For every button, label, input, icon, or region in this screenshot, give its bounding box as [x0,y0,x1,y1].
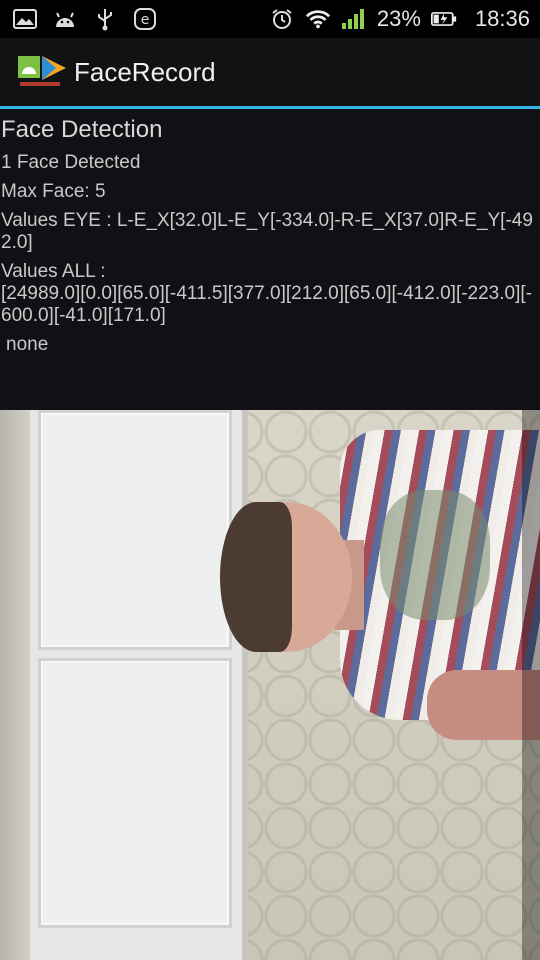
door-frame [0,410,30,960]
face-detection-heading: Face Detection [1,116,163,143]
face-info-panel: Face Detection 1 Face Detected Max Face:… [0,109,540,410]
clock-time: 18:36 [474,6,530,31]
values-eye-text: Values EYE : L-E_X[32.0]L-E_Y[-334.0]-R-… [1,210,533,253]
status-bar: e 23% 18:36 [0,0,540,38]
status-left-icons: e [0,8,158,31]
door [0,410,248,960]
battery-percent: 23% [376,6,421,31]
door-panel-top [38,410,232,650]
app-logo-icon [16,52,68,92]
camera-preview[interactable] [0,410,540,960]
person-subject [220,410,540,960]
values-all-text: [24989.0][0.0][65.0][-411.5][377.0][212.… [1,283,532,326]
battery-charging-icon [430,8,457,30]
wifi-icon [305,8,331,30]
hair [220,502,292,652]
edge-shadow [522,410,540,960]
max-face-text: Max Face: 5 [1,181,106,202]
values-all-label: Values ALL : [1,261,106,282]
image-icon [12,8,38,30]
android-icon [52,8,78,30]
status-text: none [6,334,49,355]
usb-icon [92,8,118,31]
faces-detected-text: 1 Face Detected [1,152,141,173]
app-title: FaceRecord [74,56,216,87]
alarm-icon [269,8,295,30]
status-right-icons: 23% 18:36 [269,6,540,32]
signal-icon [341,8,367,30]
svg-text:e: e [141,12,150,28]
door-panel-bottom [38,658,232,928]
action-bar: FaceRecord [0,38,540,106]
shirt-print [380,490,490,620]
e-circle-icon: e [132,8,158,30]
